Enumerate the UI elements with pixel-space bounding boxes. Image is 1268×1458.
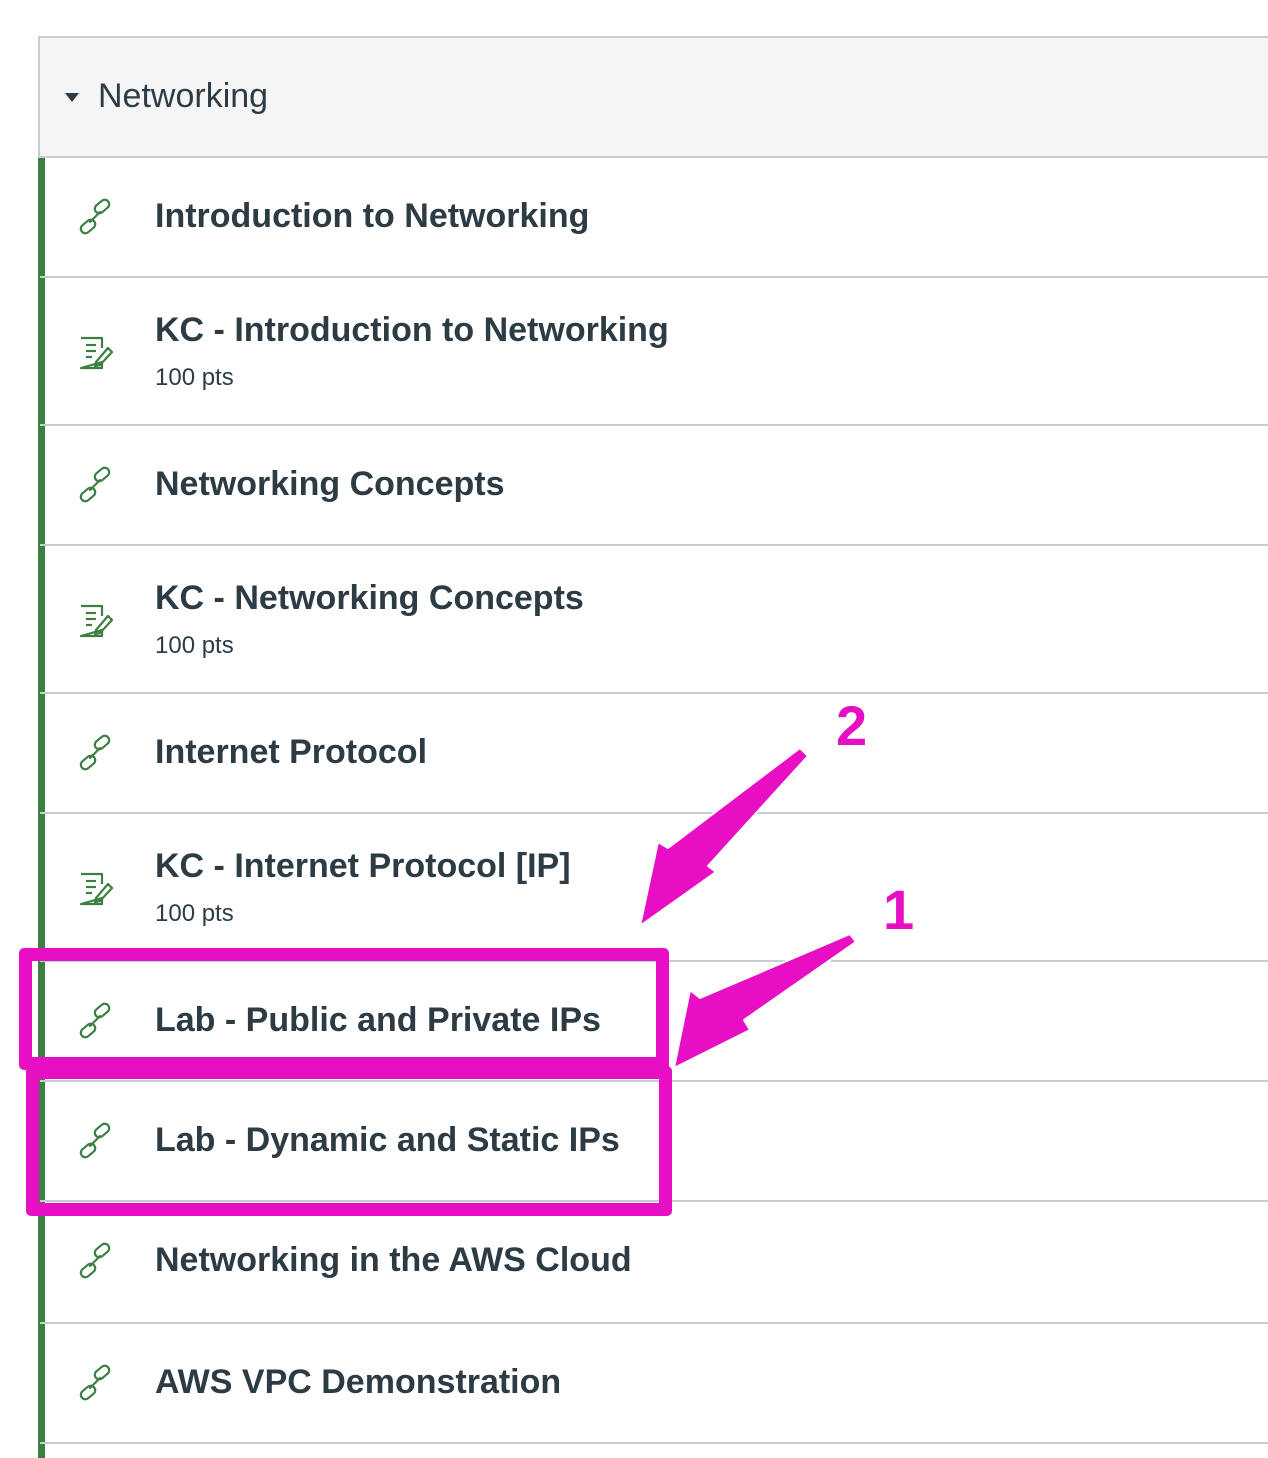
callout-number-2: 2 (836, 694, 868, 757)
link-icon (76, 1364, 114, 1402)
module-item-link[interactable]: Internet Protocol (40, 694, 1268, 814)
module-item-link[interactable]: Networking in the AWS Cloud (40, 1202, 1268, 1324)
module-item-quiz[interactable]: KC - Internet Protocol [IP] 100 pts (40, 814, 1268, 962)
module-item-link[interactable]: AWS VPC Demonstration (40, 1324, 1268, 1444)
highlight-box-1 (26, 1066, 672, 1216)
module-item-title[interactable]: KC - Internet Protocol [IP] (155, 846, 571, 886)
module-item-link[interactable]: Networking Concepts (40, 426, 1268, 546)
points-label: 100 pts (155, 900, 234, 927)
module-networking: Networking Introduction to Networking KC… (38, 36, 1268, 1458)
link-icon (76, 734, 114, 772)
module-item-title[interactable]: KC - Networking Concepts (155, 578, 584, 618)
module-title: Networking (98, 77, 269, 115)
quiz-icon (76, 334, 114, 372)
module-item-quiz[interactable]: KC - Introduction to Networking 100 pts (40, 278, 1268, 426)
link-icon (76, 466, 114, 504)
quiz-icon (76, 870, 114, 908)
module-item-title[interactable]: Introduction to Networking (155, 196, 589, 236)
callout-number-1: 1 (883, 878, 915, 941)
highlight-box-2 (19, 948, 669, 1070)
module-item-title[interactable]: AWS VPC Demonstration (155, 1362, 561, 1402)
module-item-title[interactable]: Networking Concepts (155, 464, 504, 504)
module-item-quiz[interactable]: KC - Networking Concepts 100 pts (40, 546, 1268, 694)
link-icon (76, 198, 114, 236)
caret-down-icon[interactable] (65, 93, 79, 102)
points-label: 100 pts (155, 364, 234, 391)
quiz-icon (76, 602, 114, 640)
points-label: 100 pts (155, 632, 234, 659)
module-item-link[interactable]: Introduction to Networking (40, 158, 1268, 278)
module-item-title[interactable]: Internet Protocol (155, 732, 427, 772)
module-header[interactable]: Networking (40, 38, 1268, 158)
module-item-title[interactable]: Networking in the AWS Cloud (155, 1240, 632, 1280)
module-item-title[interactable]: KC - Introduction to Networking (155, 310, 669, 350)
link-icon (76, 1242, 114, 1280)
